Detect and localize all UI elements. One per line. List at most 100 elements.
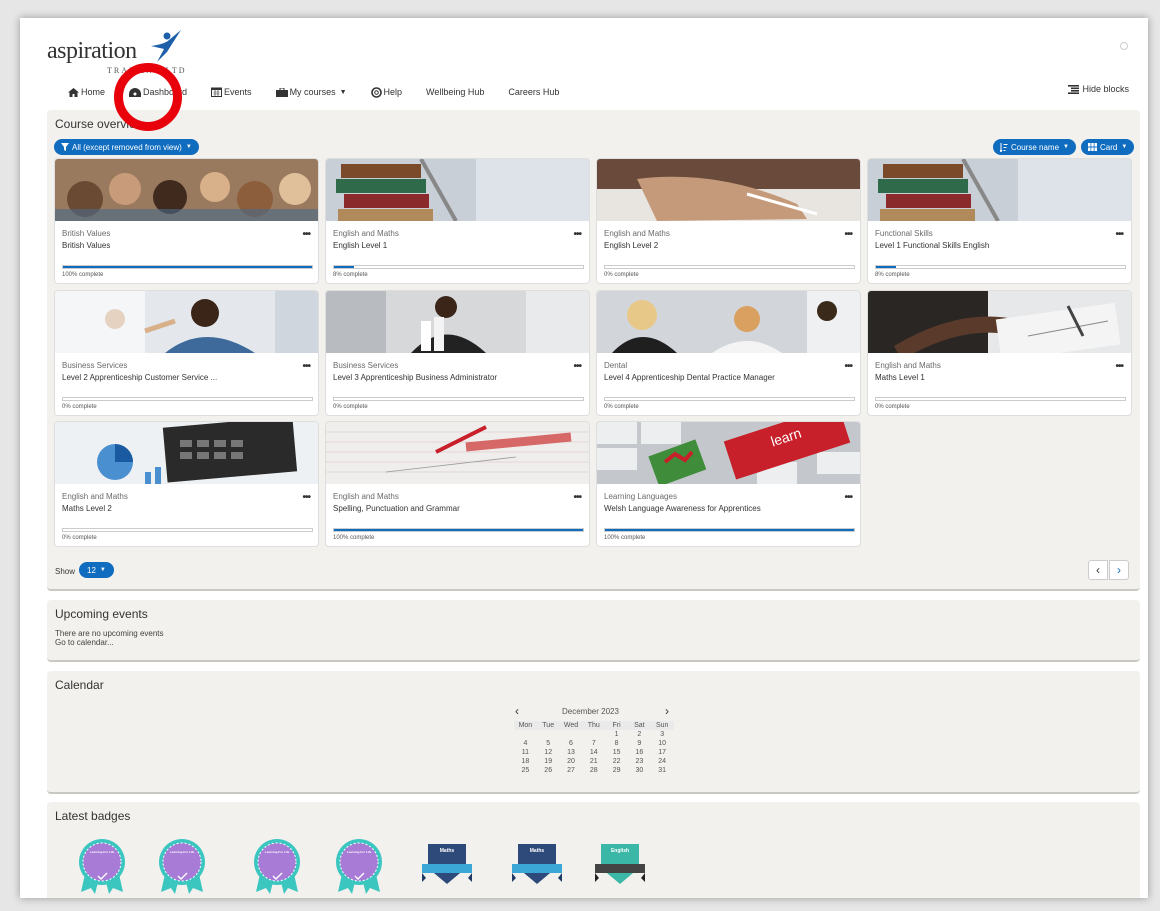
nav-home[interactable]: Home	[68, 87, 105, 97]
course-name-link[interactable]: Maths Level 1	[875, 373, 1105, 382]
course-image[interactable]	[868, 159, 1131, 221]
course-actions-menu[interactable]: •••	[844, 361, 852, 372]
course-actions-menu[interactable]: •••	[302, 361, 310, 372]
course-image[interactable]	[597, 159, 860, 221]
nav-dashboard[interactable]: Dashboard	[129, 87, 187, 97]
course-card[interactable]: Business Services Level 3 Apprenticeship …	[325, 290, 590, 416]
course-image[interactable]	[597, 291, 860, 353]
calendar-day[interactable]: 31	[651, 766, 674, 775]
course-actions-menu[interactable]: •••	[573, 229, 581, 240]
calendar-day[interactable]: 18	[514, 757, 537, 766]
badge-item[interactable]: Learning For Life	[334, 838, 384, 894]
grouping-filter-dropdown[interactable]: All (except removed from view) ▼	[54, 139, 199, 155]
calendar-day[interactable]: 3	[651, 730, 674, 739]
course-card[interactable]: English and Maths Maths Level 2 ••• 0% comp…	[54, 421, 319, 547]
calendar-day[interactable]: 10	[651, 739, 674, 748]
course-name-link[interactable]: Level 2 Apprenticeship Customer Service …	[62, 373, 292, 382]
course-name-link[interactable]: Level 1 Functional Skills English	[875, 241, 1105, 250]
course-card[interactable]: English and Maths English Level 1 ••• 8% co…	[325, 158, 590, 284]
course-actions-menu[interactable]: •••	[1115, 229, 1123, 240]
next-page-button[interactable]: ›	[1109, 560, 1129, 580]
view-dropdown[interactable]: Card ▼	[1081, 139, 1135, 155]
calendar-next-month[interactable]: ›	[665, 704, 669, 718]
nav-wellbeing-hub[interactable]: Wellbeing Hub	[426, 87, 484, 97]
page-size-dropdown[interactable]: 12 ▼	[79, 562, 114, 578]
course-name-link[interactable]: English Level 2	[604, 241, 834, 250]
course-card[interactable]: English and Maths Maths Level 1 ••• 0% comp…	[867, 290, 1132, 416]
course-image[interactable]	[326, 291, 589, 353]
course-actions-menu[interactable]: •••	[1115, 361, 1123, 372]
badge-item[interactable]: Maths	[512, 838, 562, 894]
calendar-day[interactable]: 13	[560, 748, 583, 757]
calendar-day[interactable]: 5	[537, 739, 560, 748]
calendar-day[interactable]: 26	[537, 766, 560, 775]
course-card[interactable]: Functional Skills Level 1 Functional Skil…	[867, 158, 1132, 284]
badge-item[interactable]: Maths	[422, 838, 472, 894]
course-name-link[interactable]: Welsh Language Awareness for Apprentices	[604, 504, 834, 513]
course-card[interactable]: English and Maths Spelling, Punctuation a…	[325, 421, 590, 547]
course-name-link[interactable]: English Level 1	[333, 241, 563, 250]
course-image[interactable]	[326, 159, 589, 221]
course-image[interactable]	[868, 291, 1131, 353]
calendar-day[interactable]: 2	[628, 730, 651, 739]
course-image[interactable]	[55, 422, 318, 484]
badge-item[interactable]: Learning For Life	[252, 838, 302, 894]
go-to-calendar-link[interactable]: Go to calendar...	[55, 638, 114, 647]
course-image[interactable]	[55, 291, 318, 353]
course-image[interactable]	[326, 422, 589, 484]
calendar-day[interactable]: 15	[605, 748, 628, 757]
calendar-day[interactable]: 22	[605, 757, 628, 766]
calendar-day[interactable]: 28	[582, 766, 605, 775]
calendar-day[interactable]: 1	[605, 730, 628, 739]
course-name-link[interactable]: Level 4 Apprenticeship Dental Practice M…	[604, 373, 834, 382]
calendar-day[interactable]: 23	[628, 757, 651, 766]
course-name-link[interactable]: British Values	[62, 241, 292, 250]
course-actions-menu[interactable]: •••	[573, 492, 581, 503]
course-actions-menu[interactable]: •••	[844, 492, 852, 503]
calendar-day[interactable]: 21	[582, 757, 605, 766]
course-name-link[interactable]: Level 3 Apprenticeship Business Administ…	[333, 373, 563, 382]
course-card[interactable]: English and Maths English Level 2 ••• 0% co…	[596, 158, 861, 284]
calendar-day[interactable]: 7	[582, 739, 605, 748]
course-actions-menu[interactable]: •••	[573, 361, 581, 372]
calendar-day[interactable]: 6	[560, 739, 583, 748]
search-icon[interactable]	[1120, 42, 1128, 50]
course-image[interactable]: learn	[597, 422, 860, 484]
calendar-day[interactable]: 17	[651, 748, 674, 757]
badge-item[interactable]: English	[595, 838, 645, 894]
calendar-day[interactable]: 8	[605, 739, 628, 748]
nav-help[interactable]: Help	[370, 86, 402, 98]
course-card[interactable]: Business Services Level 2 Apprenticeship …	[54, 290, 319, 416]
nav-events[interactable]: Events	[211, 87, 252, 97]
calendar-day[interactable]: 12	[537, 748, 560, 757]
nav-my-courses[interactable]: My courses ▼	[275, 87, 347, 97]
nav-careers-hub[interactable]: Careers Hub	[508, 87, 559, 97]
course-name-link[interactable]: Maths Level 2	[62, 504, 292, 513]
calendar-prev-month[interactable]: ‹	[515, 704, 519, 718]
course-actions-menu[interactable]: •••	[844, 229, 852, 240]
calendar-day[interactable]: 9	[628, 739, 651, 748]
calendar-day[interactable]: 25	[514, 766, 537, 775]
calendar-day[interactable]: 11	[514, 748, 537, 757]
calendar-day[interactable]: 16	[628, 748, 651, 757]
calendar-day[interactable]: 4	[514, 739, 537, 748]
course-name-link[interactable]: Spelling, Punctuation and Grammar	[333, 504, 563, 513]
previous-page-button[interactable]: ‹	[1088, 560, 1108, 580]
course-card[interactable]: British Values British Values ••• 100% comp…	[54, 158, 319, 284]
badge-item[interactable]: Learning For Life	[77, 838, 127, 894]
site-logo[interactable]: aspiration TRAINING LTD	[47, 30, 197, 80]
calendar-day[interactable]: 19	[537, 757, 560, 766]
calendar-day[interactable]: 27	[560, 766, 583, 775]
calendar-day[interactable]: 20	[560, 757, 583, 766]
calendar-day[interactable]: 29	[605, 766, 628, 775]
calendar-day[interactable]: 30	[628, 766, 651, 775]
course-actions-menu[interactable]: •••	[302, 492, 310, 503]
course-image[interactable]	[55, 159, 318, 221]
sort-dropdown[interactable]: Course name ▼	[993, 139, 1076, 155]
course-card[interactable]: Dental Level 4 Apprenticeship Dental Prac…	[596, 290, 861, 416]
calendar-day[interactable]: 14	[582, 748, 605, 757]
course-card[interactable]: learn Learning Languages Welsh Language Aw…	[596, 421, 861, 547]
badge-item[interactable]: Learning For Life	[157, 838, 207, 894]
calendar-day[interactable]: 24	[651, 757, 674, 766]
course-actions-menu[interactable]: •••	[302, 229, 310, 240]
